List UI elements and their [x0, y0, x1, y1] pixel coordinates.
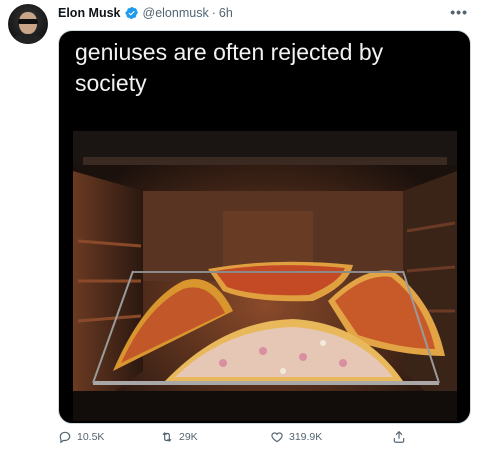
reply-icon [59, 431, 71, 444]
author-handle[interactable]: @elonmusk [143, 6, 209, 20]
retweet-button[interactable]: 29K [160, 430, 198, 444]
avatar-sunglasses [18, 19, 38, 24]
share-icon [393, 430, 405, 443]
verified-badge-icon [124, 7, 138, 19]
tweet-media-image[interactable]: geniuses are often rejected by society [58, 30, 471, 424]
share-button[interactable] [392, 430, 411, 444]
tweet-time[interactable]: 6h [219, 6, 233, 20]
meme-caption: geniuses are often rejected by society [75, 39, 384, 96]
reply-count: 10.5K [77, 431, 105, 443]
avatar[interactable] [8, 4, 48, 44]
separator-dot: · [211, 6, 216, 20]
like-button[interactable]: 319.9K [270, 430, 322, 444]
tweet-actions: 10.5K 29K 319.9K [58, 430, 471, 450]
oven-pizza-photo [73, 131, 457, 421]
more-horizontal-icon[interactable]: ••• [450, 4, 468, 20]
reply-button[interactable]: 10.5K [58, 430, 104, 444]
retweet-count: 29K [179, 431, 198, 443]
tweet-header: Elon Musk @elonmusk · 6h [58, 4, 233, 22]
author-name[interactable]: Elon Musk [58, 6, 121, 20]
avatar-shirt [12, 34, 44, 44]
retweet-icon [162, 432, 172, 442]
like-count: 319.9K [289, 431, 323, 443]
heart-icon [271, 432, 283, 443]
